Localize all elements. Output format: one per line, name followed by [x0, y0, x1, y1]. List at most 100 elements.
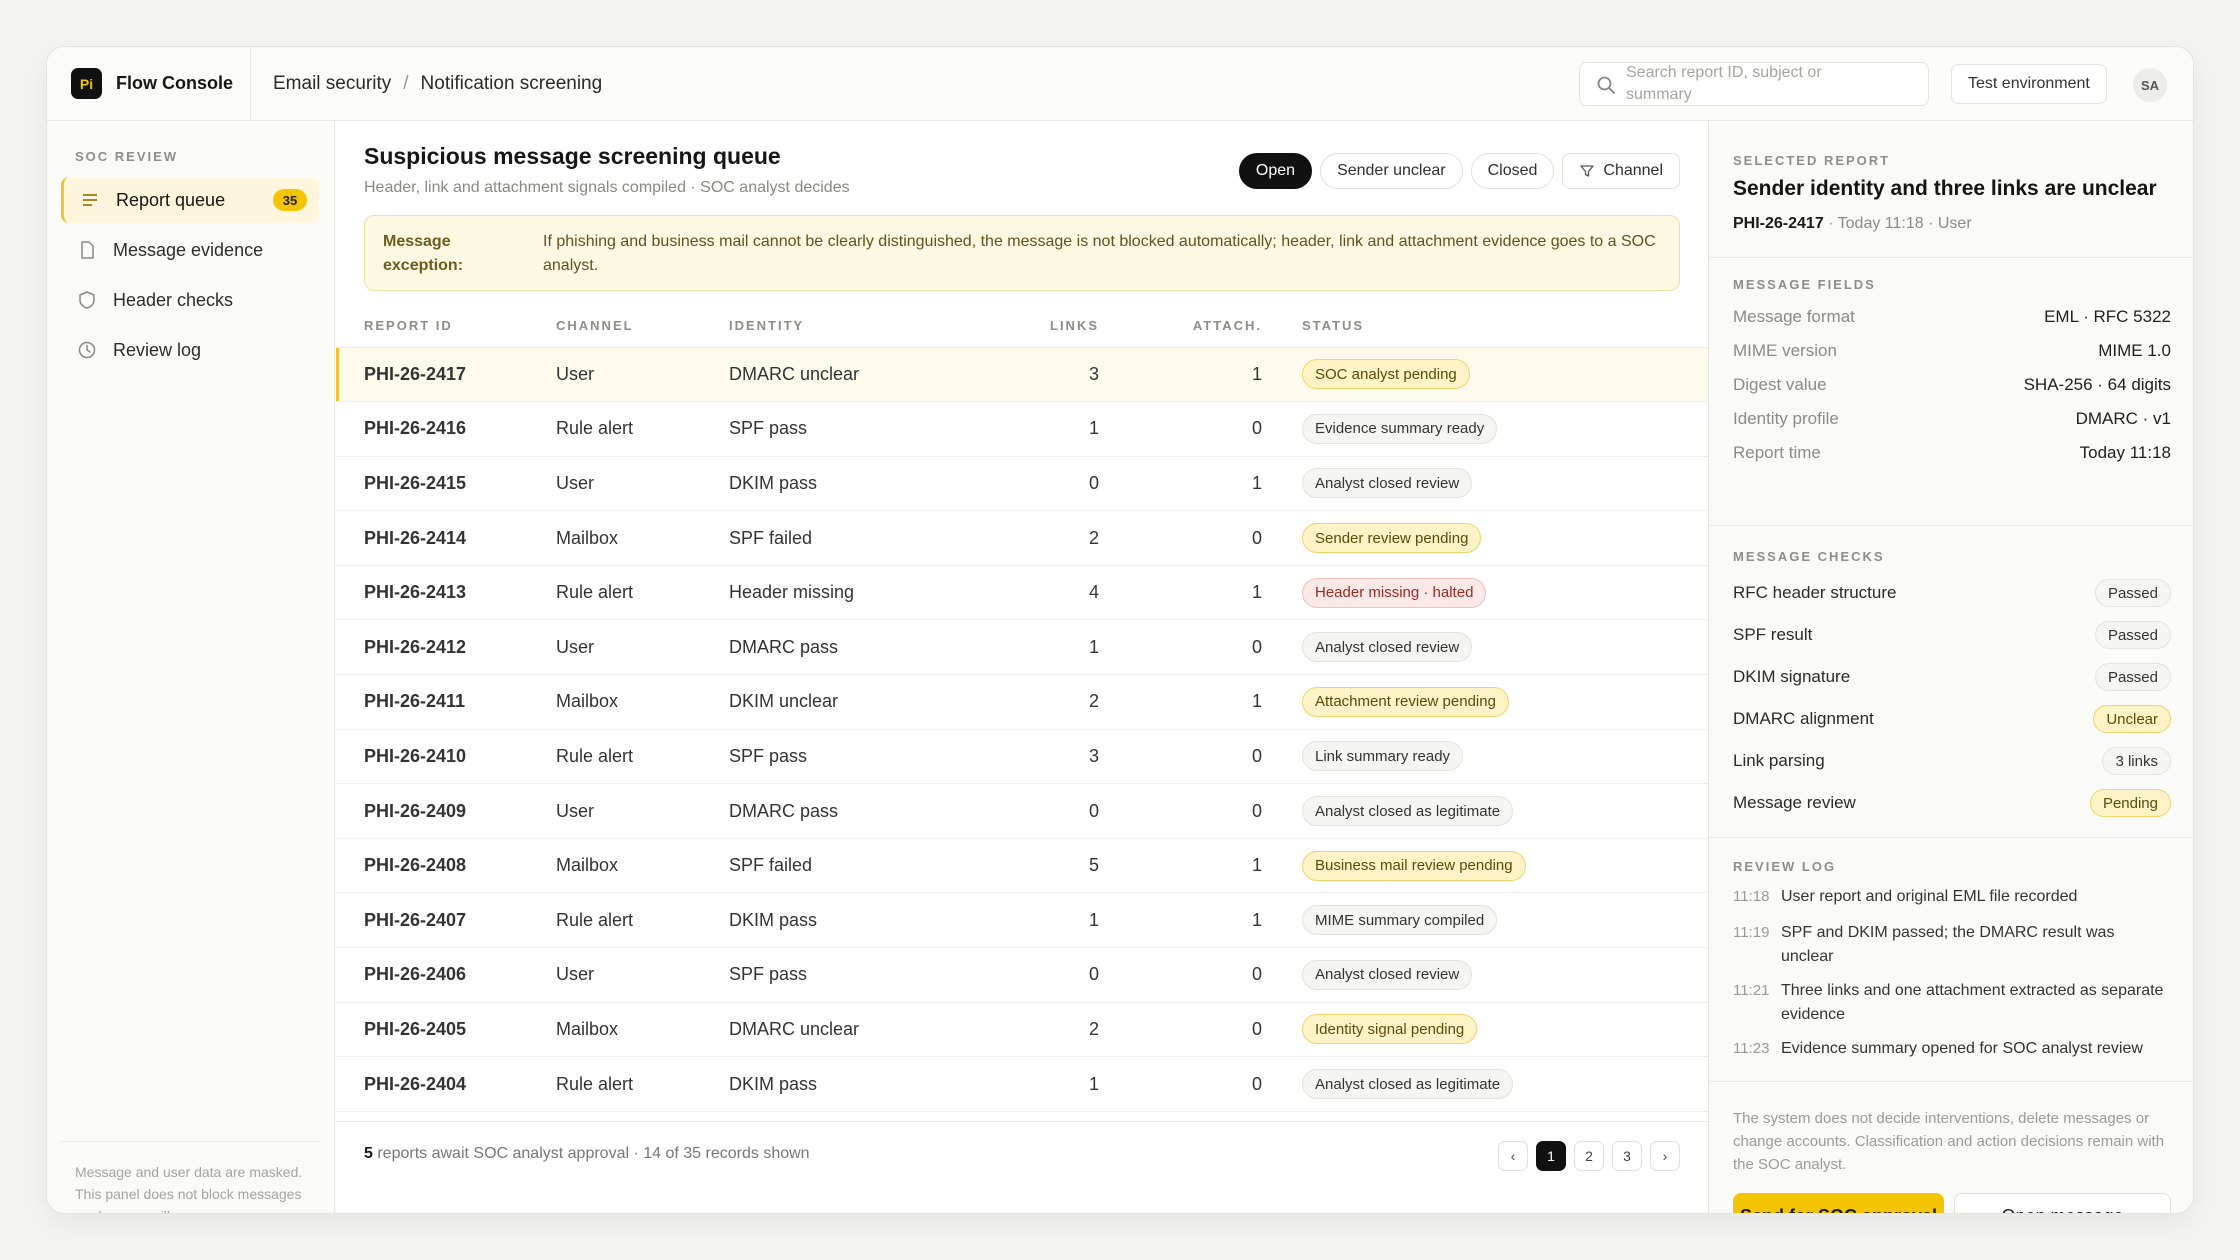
field-value: DMARC · v1: [2075, 409, 2171, 428]
message-check-row: Message review Pending: [1733, 789, 2171, 817]
pager-prev-button[interactable]: ‹: [1498, 1141, 1528, 1171]
identity-cell: SPF failed: [729, 510, 999, 566]
panel-divider: [1709, 1081, 2193, 1082]
column-report-id[interactable]: REPORT ID: [336, 305, 556, 348]
table-row[interactable]: PHI-26-2416 Rule alert SPF pass 1 0 Evidence …: [336, 401, 1708, 457]
channel-cell: Rule alert: [556, 401, 729, 457]
report-id-cell: PHI-26-2416: [336, 401, 556, 457]
pager-page-2[interactable]: 2: [1574, 1141, 1604, 1171]
check-label: Message review: [1733, 793, 1856, 812]
table-row[interactable]: PHI-26-2408 Mailbox SPF failed 5 1 Business m…: [336, 838, 1708, 894]
report-table: REPORT ID CHANNEL IDENTITY LINKS ATTACH.…: [336, 305, 1708, 1112]
main-content: Suspicious message screening queue Heade…: [336, 121, 1708, 1213]
log-time: 11:19: [1733, 924, 1770, 941]
links-cell: 2: [999, 510, 1099, 566]
report-id-cell: PHI-26-2405: [336, 1002, 556, 1058]
pager-page-3[interactable]: 3: [1612, 1141, 1642, 1171]
report-id-cell: PHI-26-2411: [336, 674, 556, 730]
avatar[interactable]: SA: [2133, 68, 2167, 102]
channel-cell: Mailbox: [556, 838, 729, 894]
attachments-cell: 1: [1099, 674, 1262, 730]
status-cell: Analyst closed review: [1262, 947, 1708, 1003]
field-value: MIME 1.0: [2098, 341, 2171, 360]
table-row[interactable]: PHI-26-2412 User DMARC pass 1 0 Analyst close…: [336, 619, 1708, 676]
column-attachments[interactable]: ATTACH.: [1099, 305, 1262, 348]
filter-sender-unclear[interactable]: Sender unclear: [1320, 153, 1463, 189]
links-cell: 5: [999, 838, 1099, 894]
filter-closed[interactable]: Closed: [1470, 153, 1555, 189]
banner-text: If phishing and business mail cannot be …: [543, 233, 1656, 274]
message-check-row: DMARC alignment Unclear: [1733, 705, 2171, 733]
log-text: Evidence summary opened for SOC analyst …: [1781, 1040, 2143, 1057]
message-check-row: RFC header structure Passed: [1733, 579, 2171, 607]
sidebar-item-review-log[interactable]: Review log: [61, 327, 319, 373]
status-cell: Analyst closed as legitimate: [1262, 1056, 1708, 1112]
search-icon: [1597, 76, 1615, 94]
panel-note: The system does not decide interventions…: [1733, 1110, 2165, 1173]
table-row[interactable]: PHI-26-2414 Mailbox SPF failed 2 0 Sender rev…: [336, 510, 1708, 566]
column-identity[interactable]: IDENTITY: [729, 305, 999, 348]
banner-label: Message exception:: [383, 233, 464, 274]
table-row[interactable]: PHI-26-2411 Mailbox DKIM unclear 2 1 Attachme…: [336, 674, 1708, 730]
attachments-cell: 0: [1099, 729, 1262, 785]
table-row[interactable]: PHI-26-2410 Rule alert SPF pass 3 0 Link summ…: [336, 729, 1708, 785]
table-row[interactable]: PHI-26-2404 Rule alert DKIM pass 1 0 Analyst …: [336, 1056, 1708, 1112]
channel-filter-button[interactable]: Channel: [1562, 153, 1680, 189]
status-badge: Evidence summary ready: [1302, 413, 1498, 444]
table-row[interactable]: PHI-26-2413 Rule alert Header missing 4 1 Hea…: [336, 565, 1708, 621]
links-cell: 2: [999, 674, 1099, 730]
identity-cell: DMARC unclear: [729, 347, 999, 403]
review-log-entry: 11:18 User report and original EML file r…: [1733, 885, 2171, 909]
breadcrumb-email-security[interactable]: Email security: [273, 73, 391, 95]
app-logo: Pi: [71, 68, 102, 99]
attachments-cell: 0: [1099, 401, 1262, 457]
column-links[interactable]: LINKS: [999, 305, 1099, 348]
status-badge: Analyst closed review: [1302, 959, 1473, 990]
table-row[interactable]: PHI-26-2415 User DKIM pass 0 1 Analyst closed…: [336, 456, 1708, 512]
column-channel[interactable]: CHANNEL: [556, 305, 729, 348]
status-badge: Identity signal pending: [1302, 1014, 1478, 1045]
column-status[interactable]: STATUS: [1262, 305, 1708, 348]
filter-open[interactable]: Open: [1238, 153, 1313, 189]
pager-page-1[interactable]: 1: [1536, 1141, 1566, 1171]
field-value: Today 11:18: [2079, 443, 2171, 462]
links-cell: 1: [999, 892, 1099, 949]
pager-next-button[interactable]: ›: [1650, 1141, 1680, 1171]
message-field-row: Report time Today 11:18: [1733, 443, 2171, 463]
message-field-row: Digest value SHA-256 · 64 digits: [1733, 375, 2171, 395]
sidebar-item-header-checks[interactable]: Header checks: [61, 277, 319, 323]
channel-cell: User: [556, 347, 729, 403]
footer-summary: 5 reports await SOC analyst approval · 1…: [364, 1145, 810, 1163]
status-badge: Sender review pending: [1302, 523, 1482, 554]
sidebar-item-report-queue[interactable]: Report queue 35: [61, 177, 319, 223]
attachments-cell: 1: [1099, 838, 1262, 894]
open-message-button[interactable]: Open message: [1954, 1193, 2171, 1213]
check-status-badge: Passed: [2094, 579, 2171, 607]
brand[interactable]: Pi Flow Console: [47, 47, 251, 120]
status-badge: Business mail review pending: [1302, 850, 1526, 881]
links-cell: 1: [999, 1056, 1099, 1112]
send-for-approval-button[interactable]: Send for SOC approval: [1733, 1193, 1944, 1213]
status-cell: Analyst closed review: [1262, 619, 1708, 676]
table-row[interactable]: PHI-26-2417 User DMARC unclear 3 1 SOC analys…: [336, 347, 1708, 403]
status-cell: Analyst closed as legitimate: [1262, 783, 1708, 839]
attachments-cell: 0: [1099, 510, 1262, 566]
check-label: RFC header structure: [1733, 583, 1897, 602]
detail-panel: SELECTED REPORT Sender identity and thre…: [1708, 121, 2193, 1213]
identity-cell: SPF pass: [729, 401, 999, 457]
table-row[interactable]: PHI-26-2409 User DMARC pass 0 0 Analyst close…: [336, 783, 1708, 839]
table-row[interactable]: PHI-26-2405 Mailbox DMARC unclear 2 0 Identit…: [336, 1002, 1708, 1058]
field-key: MIME version: [1733, 341, 1837, 360]
sidebar-item-message-evidence[interactable]: Message evidence: [61, 227, 319, 273]
search-input[interactable]: Search report ID, subject or summary: [1579, 62, 1929, 106]
status-cell: Attachment review pending: [1262, 674, 1708, 730]
attachments-cell: 0: [1099, 783, 1262, 839]
environment-button[interactable]: Test environment: [1951, 64, 2107, 104]
table-row[interactable]: PHI-26-2407 Rule alert DKIM pass 1 1 MIME sum…: [336, 892, 1708, 949]
table-row[interactable]: PHI-26-2406 User SPF pass 0 0 Analyst closed …: [336, 947, 1708, 1003]
status-cell: Header missing · halted: [1262, 565, 1708, 621]
status-badge: SOC analyst pending: [1302, 359, 1470, 390]
report-id-cell: PHI-26-2417: [336, 347, 556, 403]
report-id-cell: PHI-26-2410: [336, 729, 556, 785]
log-time: 11:21: [1733, 982, 1770, 999]
